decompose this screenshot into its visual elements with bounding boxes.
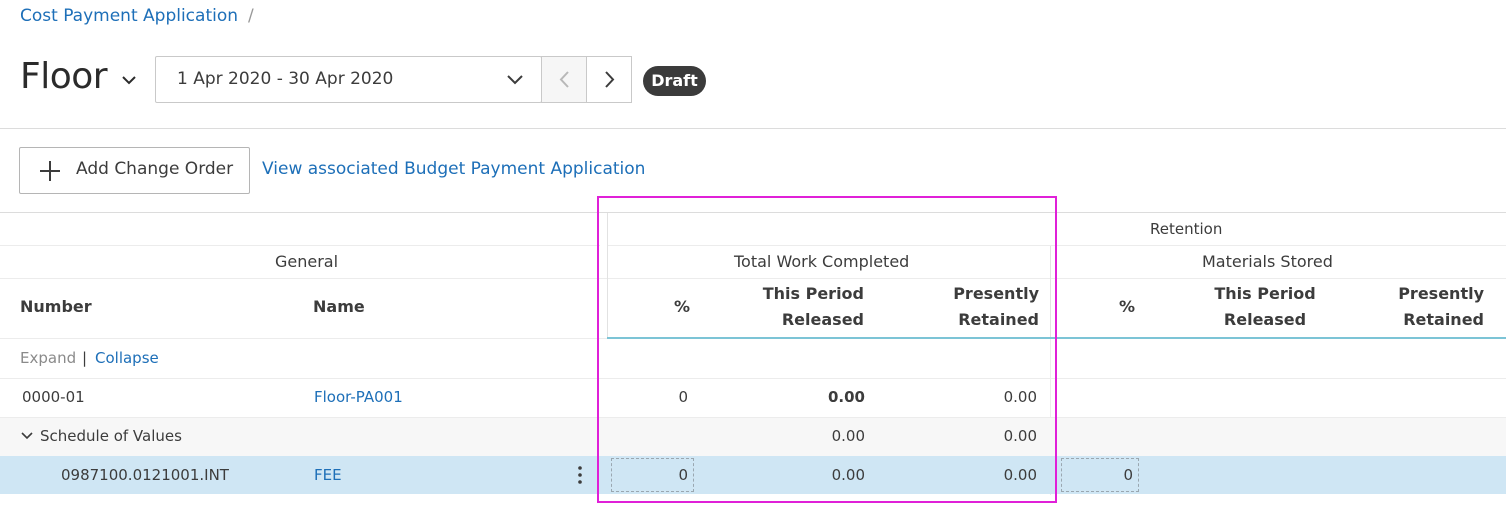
group-header-retention: Retention [1150, 220, 1223, 238]
page-title[interactable]: Floor [20, 56, 108, 97]
row-ms-percent: 0 [1123, 466, 1133, 484]
row-number: 0987100.0121001.INT [61, 466, 229, 484]
divider [0, 128, 1506, 129]
column-header-ms-percent[interactable]: % [1085, 294, 1135, 320]
group-header-materials-stored: Materials Stored [1202, 252, 1333, 271]
view-budget-payment-application-link[interactable]: View associated Budget Payment Applicati… [262, 159, 645, 179]
column-header-line: Presently [1398, 284, 1484, 303]
chevron-down-icon[interactable] [20, 431, 34, 441]
header-line [0, 245, 600, 246]
chevron-down-icon [507, 75, 523, 85]
column-header-line: Retained [1403, 310, 1484, 329]
breadcrumb-cost-payment-application[interactable]: Cost Payment Application [20, 6, 238, 26]
column-header-ms-this-period-released[interactable]: This Period Released [1200, 281, 1330, 333]
column-header-number[interactable]: Number [20, 294, 92, 320]
row-group-label[interactable]: Schedule of Values [40, 427, 182, 445]
chevron-left-icon [559, 71, 569, 88]
collapse-link[interactable]: Collapse [95, 349, 159, 367]
status-badge: Draft [643, 66, 706, 96]
previous-period-button[interactable] [541, 56, 587, 103]
row-name-link[interactable]: FEE [314, 466, 342, 484]
add-change-order-label: Add Change Order [76, 159, 234, 179]
period-select-value: 1 Apr 2020 - 30 Apr 2020 [177, 69, 394, 89]
row-number: 0000-01 [22, 388, 85, 406]
column-header-line: This Period [1214, 284, 1316, 303]
chevron-down-icon[interactable] [121, 74, 137, 86]
highlight-box [597, 196, 1057, 503]
chevron-right-icon [605, 71, 615, 88]
next-period-button[interactable] [586, 56, 632, 103]
group-header-general: General [275, 252, 339, 271]
header-line [0, 338, 607, 339]
more-options-icon[interactable] [576, 465, 584, 485]
column-header-ms-presently-retained[interactable]: Presently Retained [1360, 281, 1484, 333]
column-header-line: Released [1223, 310, 1307, 329]
expand-link[interactable]: Expand [20, 349, 76, 367]
plus-icon [40, 161, 60, 181]
expand-collapse-separator: | [82, 349, 88, 367]
row-name-link[interactable]: Floor-PA001 [314, 388, 403, 406]
breadcrumb-separator: / [248, 6, 254, 26]
column-header-name[interactable]: Name [313, 294, 365, 320]
